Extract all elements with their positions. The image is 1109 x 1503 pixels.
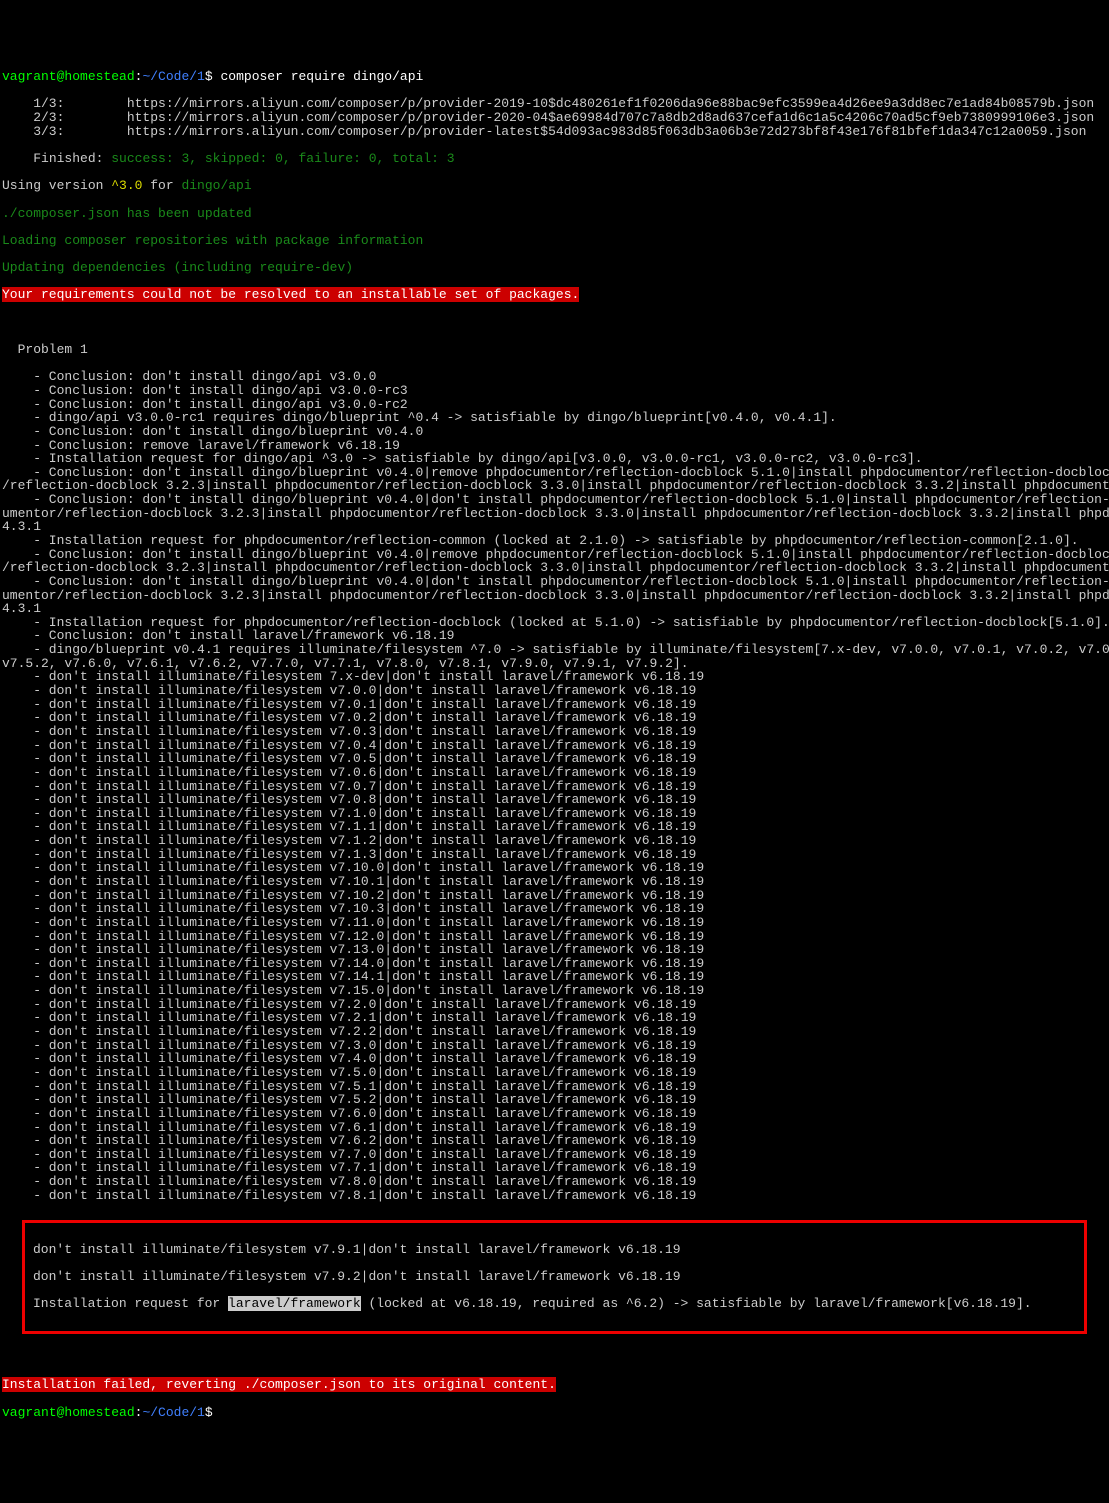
problem-line: - don't install illuminate/filesystem v7… xyxy=(2,957,1107,971)
problem-line: - don't install illuminate/filesystem v7… xyxy=(2,916,1107,930)
problem-line: 4.3.1 xyxy=(2,520,1107,534)
problem-line: - don't install illuminate/filesystem v7… xyxy=(2,1107,1107,1121)
problem-line: - don't install illuminate/filesystem v7… xyxy=(2,1093,1107,1107)
problem-line: - Conclusion: don't install dingo/api v3… xyxy=(2,398,1107,412)
problem-line: - don't install illuminate/filesystem v7… xyxy=(2,902,1107,916)
problem-line: - Installation request for phpdocumentor… xyxy=(2,616,1107,630)
problem-line: - don't install illuminate/filesystem 7.… xyxy=(2,670,1107,684)
install-failed: Installation failed, reverting ./compose… xyxy=(2,1378,1107,1392)
error-line: Your requirements could not be resolved … xyxy=(2,288,1107,302)
problem-line: - don't install illuminate/filesystem v7… xyxy=(2,725,1107,739)
problem-line: - don't install illuminate/filesystem v7… xyxy=(2,807,1107,821)
problem-line: - don't install illuminate/filesystem v7… xyxy=(2,739,1107,753)
prompt-line: vagrant@homestead:~/Code/1$ composer req… xyxy=(2,70,1107,84)
problem-line: - don't install illuminate/filesystem v7… xyxy=(2,698,1107,712)
problem-line: - don't install illuminate/filesystem v7… xyxy=(2,684,1107,698)
problem-line: - don't install illuminate/filesystem v7… xyxy=(2,1066,1107,1080)
problem-line: - Installation request for phpdocumentor… xyxy=(2,534,1107,548)
problem-line: - don't install illuminate/filesystem v7… xyxy=(2,1175,1107,1189)
highlighted-text: laravel/framework xyxy=(228,1296,361,1311)
box-line: Installation request for laravel/framewo… xyxy=(33,1297,1076,1311)
problem-line: - Conclusion: don't install dingo/bluepr… xyxy=(2,466,1107,480)
problem-line: - Conclusion: don't install dingo/api v3… xyxy=(2,384,1107,398)
finished-line: Finished: success: 3, skipped: 0, failur… xyxy=(2,152,1107,166)
highlight-box: don't install illuminate/filesystem v7.9… xyxy=(22,1220,1087,1333)
prompt-user: vagrant@homestead xyxy=(2,69,135,84)
problem-line: - Conclusion: remove laravel/framework v… xyxy=(2,439,1107,453)
problem-line: - don't install illuminate/filesystem v7… xyxy=(2,943,1107,957)
problem-line: - don't install illuminate/filesystem v7… xyxy=(2,861,1107,875)
problem-line: - don't install illuminate/filesystem v7… xyxy=(2,793,1107,807)
loading-repos: Loading composer repositories with packa… xyxy=(2,234,1107,248)
problem-line: v7.5.2, v7.6.0, v7.6.1, v7.6.2, v7.7.0, … xyxy=(2,657,1107,671)
prompt-line-2[interactable]: vagrant@homestead:~/Code/1$ xyxy=(2,1406,1107,1420)
problem-line: - Conclusion: don't install dingo/bluepr… xyxy=(2,548,1107,562)
download-line: 2/3: https://mirrors.aliyun.com/composer… xyxy=(2,111,1107,125)
problem-line: - don't install illuminate/filesystem v7… xyxy=(2,1161,1107,1175)
problem-line: - don't install illuminate/filesystem v7… xyxy=(2,766,1107,780)
problem-line: - don't install illuminate/filesystem v7… xyxy=(2,1039,1107,1053)
box-line: don't install illuminate/filesystem v7.9… xyxy=(33,1243,1076,1257)
composer-updated: ./composer.json has been updated xyxy=(2,207,1107,221)
download-line: 3/3: https://mirrors.aliyun.com/composer… xyxy=(2,125,1107,139)
command: composer require dingo/api xyxy=(220,69,423,84)
problem-line: - don't install illuminate/filesystem v7… xyxy=(2,984,1107,998)
problem-line: 4.3.1 xyxy=(2,602,1107,616)
problem-line: - don't install illuminate/filesystem v7… xyxy=(2,1189,1107,1203)
problem-line: - don't install illuminate/filesystem v7… xyxy=(2,752,1107,766)
problem-line: - Installation request for dingo/api ^3.… xyxy=(2,452,1107,466)
problem-line: - don't install illuminate/filesystem v7… xyxy=(2,875,1107,889)
problem-line: - don't install illuminate/filesystem v7… xyxy=(2,1025,1107,1039)
problem-line: umentor/reflection-docblock 3.2.3|instal… xyxy=(2,589,1107,603)
download-line: 1/3: https://mirrors.aliyun.com/composer… xyxy=(2,97,1107,111)
problem-line: /reflection-docblock 3.2.3|install phpdo… xyxy=(2,561,1107,575)
box-line: don't install illuminate/filesystem v7.9… xyxy=(33,1270,1076,1284)
problem-line: umentor/reflection-docblock 3.2.3|instal… xyxy=(2,507,1107,521)
problem-line: - dingo/blueprint v0.4.1 requires illumi… xyxy=(2,643,1107,657)
problem-line: - don't install illuminate/filesystem v7… xyxy=(2,1121,1107,1135)
problem-header: Problem 1 xyxy=(2,343,1107,357)
problem-line: - don't install illuminate/filesystem v7… xyxy=(2,834,1107,848)
problem-line: /reflection-docblock 3.2.3|install phpdo… xyxy=(2,479,1107,493)
problem-line: - don't install illuminate/filesystem v7… xyxy=(2,889,1107,903)
updating-deps: Updating dependencies (including require… xyxy=(2,261,1107,275)
problem-line: - don't install illuminate/filesystem v7… xyxy=(2,780,1107,794)
problem-line: - don't install illuminate/filesystem v7… xyxy=(2,1052,1107,1066)
problem-line: - Conclusion: don't install laravel/fram… xyxy=(2,629,1107,643)
terminal[interactable]: vagrant@homestead:~/Code/1$ composer req… xyxy=(2,57,1107,1433)
problem-line: - don't install illuminate/filesystem v7… xyxy=(2,848,1107,862)
problem-line: - dingo/api v3.0.0-rc1 requires dingo/bl… xyxy=(2,411,1107,425)
problem-line: - don't install illuminate/filesystem v7… xyxy=(2,930,1107,944)
problem-line: - don't install illuminate/filesystem v7… xyxy=(2,711,1107,725)
problem-line: - don't install illuminate/filesystem v7… xyxy=(2,970,1107,984)
problem-line: - don't install illuminate/filesystem v7… xyxy=(2,1080,1107,1094)
prompt-path: ~/Code/1 xyxy=(142,69,204,84)
problem-line: - Conclusion: don't install dingo/bluepr… xyxy=(2,575,1107,589)
problem-line: - Conclusion: don't install dingo/bluepr… xyxy=(2,493,1107,507)
problem-line: - don't install illuminate/filesystem v7… xyxy=(2,820,1107,834)
problem-line: - Conclusion: don't install dingo/api v3… xyxy=(2,370,1107,384)
problem-line: - don't install illuminate/filesystem v7… xyxy=(2,1011,1107,1025)
using-version: Using version ^3.0 for dingo/api xyxy=(2,179,1107,193)
problem-line: - Conclusion: don't install dingo/bluepr… xyxy=(2,425,1107,439)
problem-line: - don't install illuminate/filesystem v7… xyxy=(2,1148,1107,1162)
problem-line: - don't install illuminate/filesystem v7… xyxy=(2,998,1107,1012)
